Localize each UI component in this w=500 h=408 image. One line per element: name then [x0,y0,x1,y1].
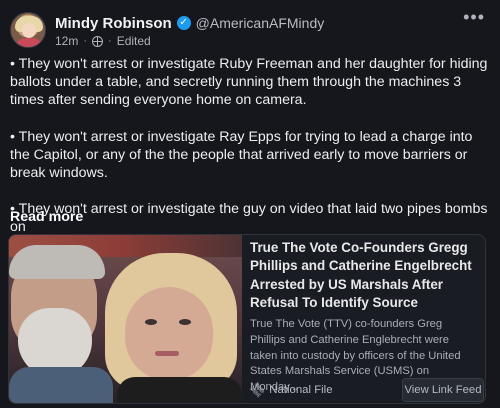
meta-separator-second: · [108,35,112,47]
verified-check-icon: ✓ [176,16,191,30]
article-title[interactable]: True The Vote Co-Founders Gregg Phillips… [250,239,478,312]
article-content: True The Vote Co-Founders Gregg Phillips… [247,239,484,402]
woman-right-eye-shape [179,319,191,325]
social-post: Mindy Robinson ✓ @AmericanAFMindy 12m · … [0,0,500,408]
post-paragraph: • They won't arrest or investigate Ruby … [10,56,488,109]
author-handle[interactable]: @AmericanAFMindy [196,15,325,31]
post-header: Mindy Robinson ✓ @AmericanAFMindy [55,12,324,34]
post-time[interactable]: 12m [55,34,78,48]
author-name[interactable]: Mindy Robinson [55,15,172,32]
globe-icon [92,35,104,47]
meta-separator: · [83,35,88,47]
link-icon: ⛓ [247,379,268,401]
woman-left-eye-shape [145,319,157,325]
post-meta: 12m · · Edited [55,34,151,48]
avatar-face [22,23,36,38]
read-more-link[interactable]: Read more [10,209,83,225]
woman-top-shape [117,377,242,403]
man-shirt-shape [9,367,113,403]
woman-face-shape [125,287,213,381]
edited-label: Edited [116,34,151,48]
link-preview-card[interactable]: True The Vote Co-Founders Gregg Phillips… [8,234,486,404]
source-name[interactable]: National File [269,384,332,396]
avatar-shirt [14,38,44,47]
article-source[interactable]: ⛓ National File [247,380,332,401]
author-avatar[interactable] [10,12,46,48]
man-hair-shape [9,245,105,279]
view-link-feed-button[interactable]: View Link Feed [402,378,484,402]
woman-mouth-shape [155,351,179,356]
more-options-icon[interactable]: ••• [463,8,485,26]
post-paragraph: • They won't arrest or investigate Ray E… [10,128,473,182]
article-image[interactable] [9,235,242,403]
